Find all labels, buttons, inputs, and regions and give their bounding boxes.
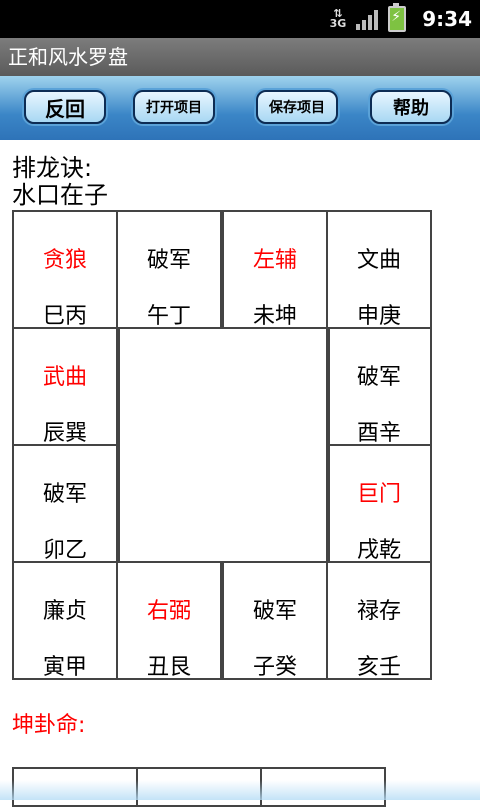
status-bar: ⇅ 3G ⚡ 9:34: [0, 0, 480, 38]
star-name: 贪狼: [42, 248, 87, 273]
star-name: 武曲: [42, 365, 87, 390]
direction-text: 戌乾: [356, 538, 401, 563]
direction-text: 未坤: [252, 304, 297, 329]
direction-text: 寅甲: [42, 655, 87, 680]
scroll-fade: [0, 780, 480, 800]
star-name: 破军: [252, 599, 297, 624]
grid-cell: 右弼 丑艮: [116, 561, 222, 680]
star-name: 禄存: [356, 599, 401, 624]
save-project-button[interactable]: 保存项目: [256, 90, 338, 124]
formula-label: 排龙诀:: [12, 154, 93, 182]
grid-center: [118, 327, 330, 563]
toolbar: 反回 打开项目 保存项目 帮助: [0, 76, 480, 140]
direction-text: 午丁: [146, 304, 191, 329]
direction-text: 卯乙: [42, 538, 87, 563]
network-3g-icon: ⇅ 3G: [329, 7, 347, 30]
star-name: 巨门: [356, 482, 401, 507]
grid-cell: 贪狼 巳丙: [12, 210, 118, 329]
grid-cell: 武曲 辰巽: [12, 327, 118, 446]
open-project-button[interactable]: 打开项目: [133, 90, 215, 124]
direction-text: 酉辛: [356, 421, 401, 446]
direction-text: 亥壬: [356, 655, 401, 680]
star-name: 左辅: [252, 248, 297, 273]
direction-text: 巳丙: [42, 304, 87, 329]
star-name: 破军: [146, 248, 191, 273]
network-label: 3G: [329, 17, 347, 30]
grid-cell: 文曲 申庚: [326, 210, 432, 329]
grid-cell: 破军 卯乙: [12, 444, 118, 563]
grid-cell: 禄存 亥壬: [326, 561, 432, 680]
grid-cell: 破军 午丁: [116, 210, 222, 329]
grid-cell: 破军 酉辛: [326, 327, 432, 446]
star-name: 廉贞: [42, 599, 87, 624]
compass-grid: 贪狼 巳丙 破军 午丁 左辅 未坤 文曲 申庚 武曲 辰巽 破军 卯乙 破军 酉…: [12, 210, 432, 682]
grid-cell: 巨门 戌乾: [326, 444, 432, 563]
direction-text: 子癸: [252, 655, 297, 680]
star-name: 文曲: [356, 248, 401, 273]
star-name: 右弼: [146, 599, 191, 624]
app-title: 正和风水罗盘: [0, 38, 480, 76]
signal-icon: [356, 8, 379, 30]
direction-text: 申庚: [356, 304, 401, 329]
grid-cell: 廉贞 寅甲: [12, 561, 118, 680]
help-button[interactable]: 帮助: [370, 90, 452, 124]
direction-text: 丑艮: [146, 655, 191, 680]
clock: 9:34: [422, 7, 472, 31]
star-name: 破军: [356, 365, 401, 390]
water-mouth-text: 水口在子: [12, 181, 108, 209]
grid-cell: 破军 子癸: [222, 561, 328, 680]
gua-label: 坤卦命:: [12, 713, 86, 738]
direction-text: 辰巽: [42, 421, 87, 446]
grid-cell: 左辅 未坤: [222, 210, 328, 329]
back-button[interactable]: 反回: [24, 90, 106, 124]
star-name: 破军: [42, 482, 87, 507]
battery-icon: ⚡: [388, 3, 407, 32]
